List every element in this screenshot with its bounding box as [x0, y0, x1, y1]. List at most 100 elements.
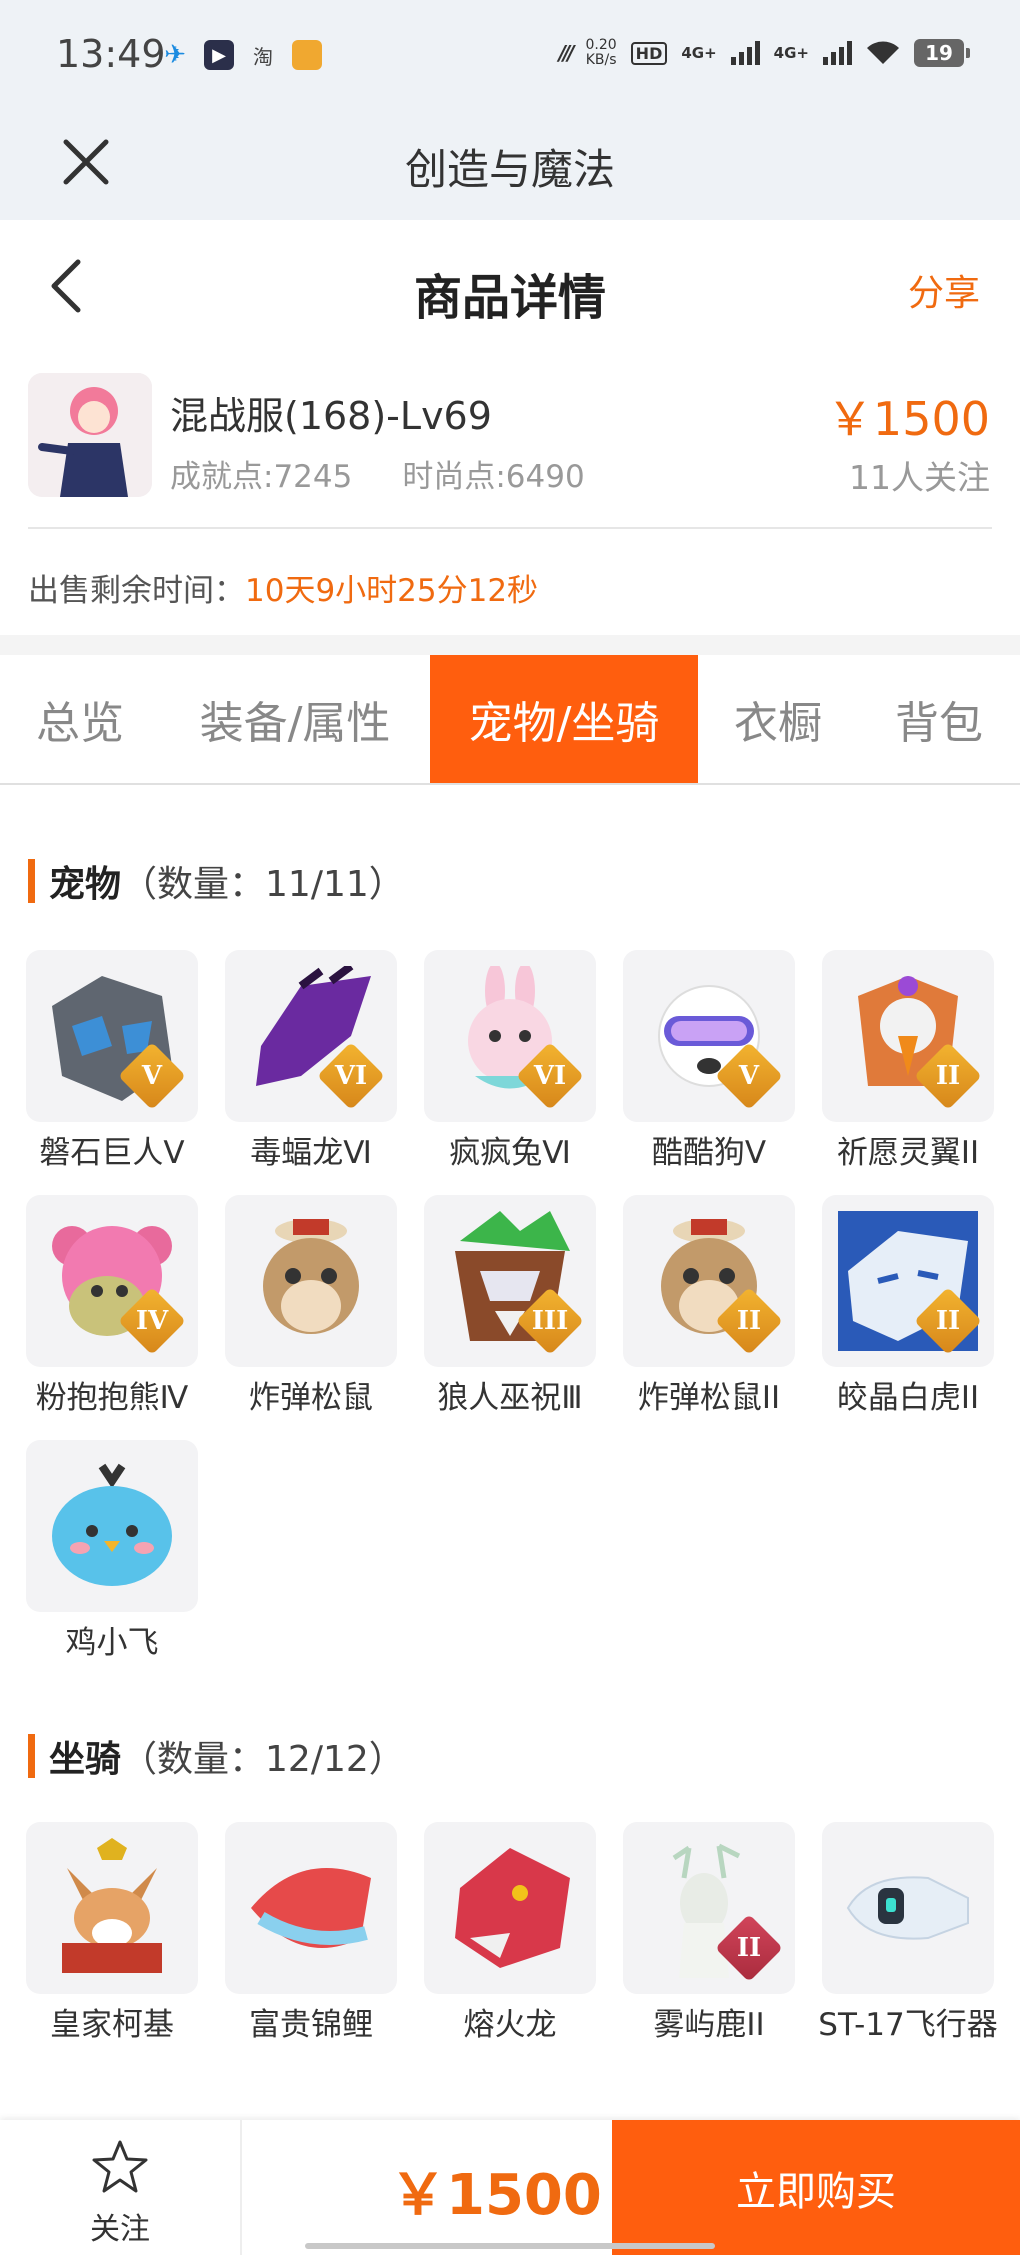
mounts-section-title: 坐骑 （数量：12/12）	[28, 1730, 405, 1782]
follow-label: 关注	[90, 2212, 150, 2247]
product-stats: 成就点:7245 时尚点:6490	[170, 451, 585, 496]
tab-overview[interactable]: 总览	[0, 655, 160, 783]
mounts-title: 坐骑	[49, 1739, 122, 1780]
mount-name: 皇家柯基	[50, 2007, 174, 2043]
section-accent-bar	[28, 1734, 35, 1778]
pet-name: 狼人巫祝Ⅲ	[437, 1380, 583, 1416]
achievement-points: 成就点:7245	[170, 459, 353, 495]
bottom-price: ￥1500	[390, 2163, 602, 2228]
mount-name: 雾屿鹿II	[653, 2007, 765, 2043]
pet-name: 炸弹松鼠II	[637, 1380, 781, 1416]
pet-thumbnail: V	[26, 950, 198, 1122]
status-app-icons: ✈ ▶ 淘	[160, 40, 322, 70]
tab-equipment[interactable]: 装备/属性	[160, 655, 430, 783]
chick-image	[52, 1463, 172, 1586]
pet-name: 鸡小飞	[65, 1625, 159, 1661]
mount-item[interactable]: ST-17飞行器	[808, 1822, 1008, 2048]
detail-tabs: 总览 装备/属性 宠物/坐骑 衣橱 背包	[0, 655, 1020, 785]
pets-section-title: 宠物 （数量：11/11）	[28, 855, 405, 907]
pet-thumbnail	[225, 1195, 397, 1367]
star-icon	[92, 2140, 148, 2193]
level-badge-text: III	[531, 1306, 569, 1336]
pet-name: 疯疯兔Ⅵ	[449, 1135, 571, 1171]
follow-button[interactable]: 关注	[0, 2120, 242, 2255]
st17-aircraft-image	[846, 1876, 969, 1940]
level-badge-text: V	[141, 1061, 163, 1091]
product-price: ￥1500	[826, 392, 990, 446]
level-badge-text: II	[736, 1306, 762, 1336]
section-gap	[0, 635, 1020, 655]
pet-item[interactable]: VI 疯疯兔Ⅵ	[410, 950, 610, 1176]
mount-name: ST-17飞行器	[818, 2007, 998, 2043]
character-avatar	[28, 373, 152, 497]
level-badge-text: II	[736, 1933, 762, 1963]
pet-item[interactable]: V 酷酷狗Ⅴ	[609, 950, 809, 1176]
mount-name: 熔火龙	[463, 2007, 557, 2043]
mounts-count: （数量：12/12）	[121, 1739, 405, 1780]
status-bar: 13:49 ✈ ▶ 淘 /// 0.20 KB/s HD 4G+ 4G+ 19	[0, 0, 1020, 110]
remaining-time: 出售剩余时间：10天9小时25分12秒	[28, 565, 538, 610]
pets-title: 宠物	[49, 864, 122, 905]
share-button[interactable]: 分享	[908, 264, 980, 316]
pet-item[interactable]: II 炸弹松鼠II	[609, 1195, 809, 1421]
character-avatar-image	[28, 373, 152, 497]
pet-thumbnail: II	[822, 950, 994, 1122]
pet-name: 粉抱抱熊Ⅳ	[35, 1380, 189, 1416]
tab-wardrobe[interactable]: 衣橱	[698, 655, 858, 783]
battery-icon: 19	[914, 39, 970, 67]
pet-thumbnail: V	[623, 950, 795, 1122]
mount-item[interactable]: 富贵锦鲤	[211, 1822, 411, 2048]
product-name: 混战服(168)-Lv69	[170, 394, 492, 438]
royal-corgi-image	[62, 1838, 162, 1973]
pet-name: 祈愿灵翼II	[836, 1135, 980, 1171]
mount-thumbnail	[822, 1822, 994, 1994]
mount-item[interactable]: 熔火龙	[410, 1822, 610, 2048]
pet-name: 炸弹松鼠	[249, 1380, 373, 1416]
pet-item[interactable]: 炸弹松鼠	[211, 1195, 411, 1421]
taobao-icon: 淘	[253, 44, 273, 69]
pet-item[interactable]: 鸡小飞	[12, 1440, 212, 1666]
buy-now-button[interactable]: 立即购买	[612, 2120, 1020, 2255]
pet-name: 磐石巨人Ⅴ	[39, 1135, 185, 1171]
mount-item[interactable]: 皇家柯基	[12, 1822, 212, 2048]
wifi-icon	[867, 41, 899, 64]
level-badge-text: IV	[135, 1306, 169, 1336]
signal-icon-1	[730, 41, 760, 65]
divider	[28, 527, 992, 529]
pet-item[interactable]: IV 粉抱抱熊Ⅳ	[12, 1195, 212, 1421]
lava-dragon-image	[455, 1848, 570, 1968]
tab-pets-mounts[interactable]: 宠物/坐骑	[430, 655, 698, 783]
app-bar: 创造与魔法	[0, 110, 1020, 220]
pet-item[interactable]: II 皎晶白虎II	[808, 1195, 1008, 1421]
net-speed-unit: KB/s	[585, 52, 617, 68]
tab-backpack[interactable]: 背包	[858, 655, 1020, 783]
remaining-time-label: 出售剩余时间：	[28, 573, 245, 609]
page-title: 商品详情	[413, 270, 606, 326]
follower-count: 11人关注	[849, 458, 990, 497]
pet-name: 毒蝠龙Ⅵ	[250, 1135, 372, 1171]
pet-thumbnail: IV	[26, 1195, 198, 1367]
pet-thumbnail: II	[623, 1195, 795, 1367]
mount-item[interactable]: II 雾屿鹿II	[609, 1822, 809, 2048]
pet-item[interactable]: V 磐石巨人Ⅴ	[12, 950, 212, 1176]
net-speed-value: 0.20	[585, 37, 617, 53]
mount-thumbnail	[424, 1822, 596, 1994]
pet-thumbnail: III	[424, 1195, 596, 1367]
hd-icon: HD	[630, 41, 668, 65]
section-accent-bar	[28, 859, 35, 903]
pet-thumbnail	[26, 1440, 198, 1612]
pet-item[interactable]: VI 毒蝠龙Ⅵ	[211, 950, 411, 1176]
pet-thumbnail: VI	[424, 950, 596, 1122]
product-summary: 混战服(168)-Lv69 成就点:7245 时尚点:6490 ￥1500 11人…	[0, 355, 1020, 635]
level-badge-text: V	[738, 1061, 760, 1091]
pet-item[interactable]: II 祈愿灵翼II	[808, 950, 1008, 1176]
pet-name: 酷酷狗Ⅴ	[651, 1135, 767, 1171]
mount-thumbnail	[225, 1822, 397, 1994]
video-app-icon: ▶	[204, 40, 234, 70]
level-badge-text: VI	[533, 1061, 567, 1091]
home-indicator[interactable]	[305, 2243, 715, 2249]
pet-item[interactable]: III 狼人巫祝Ⅲ	[410, 1195, 610, 1421]
net-type-1: 4G+	[681, 44, 717, 62]
level-badge-text: II	[935, 1306, 961, 1336]
level-badge-text: II	[935, 1061, 961, 1091]
